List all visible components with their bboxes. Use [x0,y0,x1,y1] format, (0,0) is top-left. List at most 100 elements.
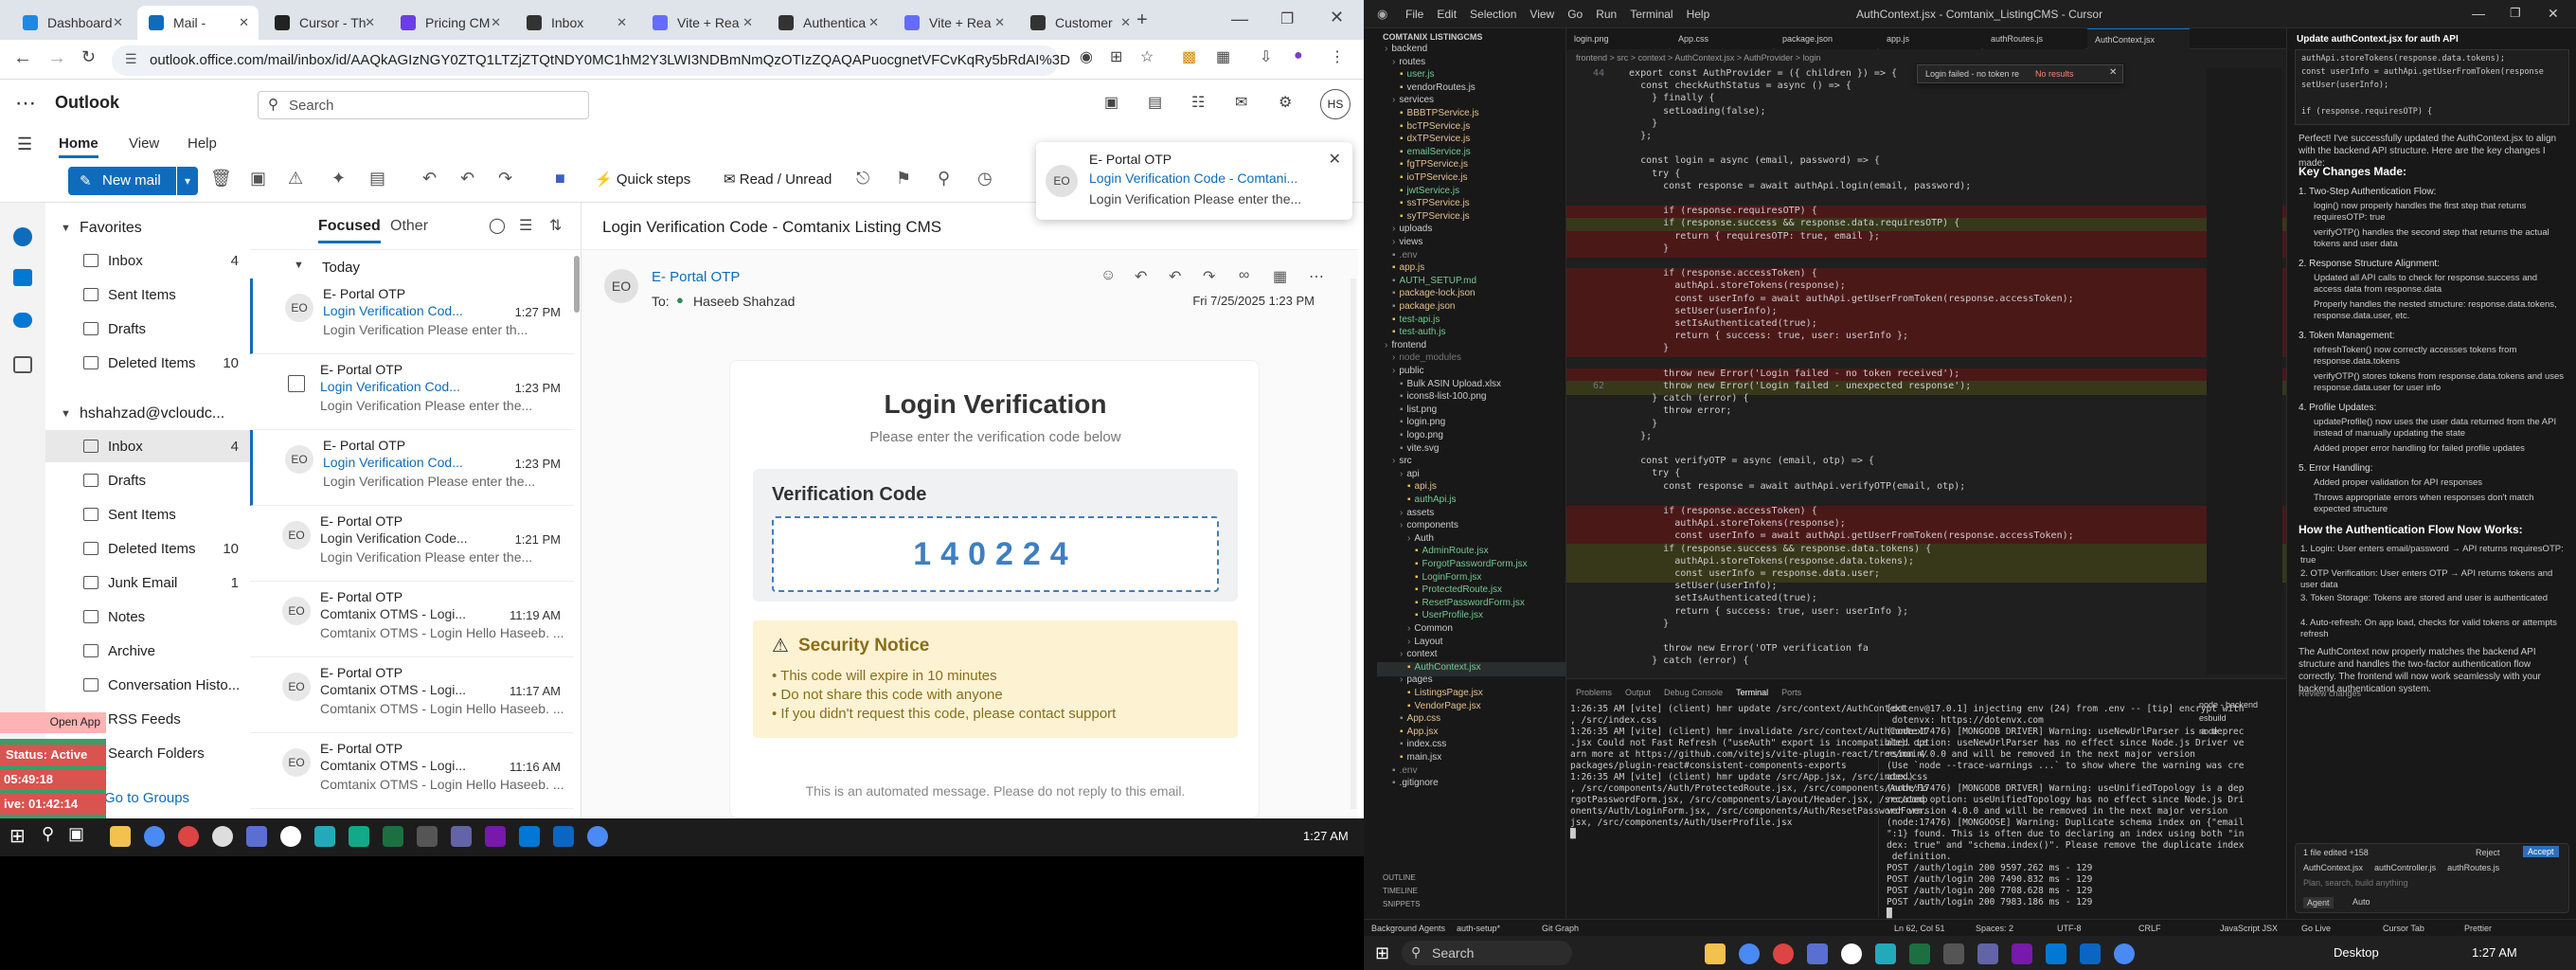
outline-section[interactable]: SNIPPETS [1383,900,1421,908]
download-icon[interactable]: ⇩ [1260,47,1272,66]
new-mail-button[interactable]: ✎ New mail [68,167,176,195]
gear-icon[interactable]: ⚙ [1279,93,1292,112]
code-line[interactable]: } catch (error) { [1566,656,2286,670]
task-view-icon[interactable]: ▣ [68,824,84,844]
chrome-icon[interactable] [587,826,608,847]
quick-steps-button[interactable]: ⚡ Quick steps [595,171,690,188]
minimap[interactable] [2207,68,2282,674]
folder-sent-items[interactable]: Sent Items [45,498,250,530]
status-item[interactable]: Cursor Tab [2383,924,2424,933]
list-item[interactable]: EO E- Portal OTP Login Verification Cod...… [250,430,574,506]
list-item[interactable]: E- Portal OTP Login Verification Cod... 1:… [250,354,574,430]
editor-tab[interactable]: package.json [1775,28,1877,49]
status-item[interactable]: Background Agents [1371,924,1445,933]
editor-tab[interactable]: authRoutes.js [1983,28,2085,49]
agent-dropdown[interactable]: Agent [2303,897,2334,908]
recipient[interactable]: Haseeb Shahzad [693,294,795,309]
tab-close-icon[interactable]: ✕ [742,15,753,30]
browser-tab[interactable]: Inbox ✕ [515,6,636,40]
explorer-file[interactable]: ▪ .gitignore [1377,778,1566,792]
onenote-icon[interactable] [2012,943,2032,964]
file-explorer-icon[interactable] [110,826,131,847]
status-item[interactable]: auth-setup* [1457,924,1500,933]
view-icon[interactable]: ▦ [1273,267,1287,286]
calendar-icon[interactable]: ☷ [1191,93,1205,112]
menu-run[interactable]: Run [1596,8,1617,21]
archive-icon[interactable]: ▣ [250,169,266,189]
menu-help[interactable]: Help [188,135,217,152]
reply-all-icon[interactable]: ↶ [1169,267,1181,286]
report-icon[interactable]: ⚠ [288,169,303,189]
reply-icon[interactable]: ↶ [422,169,437,189]
browser-tab[interactable]: Mail - ✕ [137,6,259,40]
menu-home[interactable]: Home [59,135,98,158]
browser-tab[interactable]: Vite + Rea ✕ [893,6,1014,40]
outline-section[interactable]: TIMELINE [1383,887,1418,895]
app-icon-gray[interactable] [1943,943,1964,964]
app-launcher-icon[interactable]: ⋯ [15,91,36,116]
terminal-instance[interactable]: node - backend [2199,700,2258,710]
list-item[interactable]: EO E- Portal OTP Comtanix OTMS - Logi... 11… [250,657,574,733]
people-icon[interactable] [13,227,32,246]
teams-icon[interactable]: ■ [555,169,565,189]
install-icon[interactable]: ⊞ [1110,47,1122,66]
find-input[interactable]: Login failed - no token re [1925,69,2019,79]
new-mail-toast[interactable]: EO E- Portal OTP Login Verification Code… [1036,142,1352,220]
extension-icon[interactable]: ▩ [1182,47,1196,66]
onedrive-icon[interactable] [13,313,32,328]
to-do-icon[interactable] [13,269,32,286]
pin-icon[interactable]: ⚲ [938,169,950,189]
app-icon-blue[interactable] [246,826,267,847]
folder-drafts[interactable]: Drafts [45,464,250,496]
terminal-instance[interactable]: esbuild [2199,713,2227,723]
file-explorer-icon[interactable] [1705,943,1726,964]
new-tab-button[interactable]: + [1136,9,1148,31]
folder-inbox[interactable]: Inbox 4 [45,430,250,462]
edited-file[interactable]: AuthContext.jsx [2303,863,2363,872]
chrome-icon[interactable] [1739,943,1760,964]
edited-file[interactable]: authController.js [2374,863,2436,872]
status-item[interactable]: Prettier [2464,924,2492,933]
url-field[interactable]: ☰ outlook.office.com/mail/inbox/id/AAQkA… [112,45,1070,76]
editor-tab[interactable]: login.png [1566,28,1669,49]
panel-tab[interactable]: Ports [1781,688,1801,697]
favorites-header[interactable]: ▼ Favorites [45,212,250,244]
model-dropdown[interactable]: Auto [2352,897,2370,907]
sender-name[interactable]: E- Portal OTP [652,269,740,285]
reply-icon[interactable]: ↶ [1135,267,1147,286]
back-icon[interactable]: ← [13,47,32,69]
select-icon[interactable]: ◯ [489,216,506,235]
status-item[interactable]: Ln 62, Col 51 [1894,924,1945,933]
app-icon-red[interactable] [1773,943,1794,964]
menu-file[interactable]: File [1405,8,1423,21]
forward-mail-icon[interactable]: ↷ [498,169,512,189]
tab-focused[interactable]: Focused [318,218,381,243]
tag-icon[interactable]: ⎋ [856,169,869,189]
list-item[interactable]: EO E- Portal OTP Login Verification Cod...… [250,278,574,354]
snooze-icon[interactable]: ◷ [977,169,993,189]
maximize-icon[interactable]: ❐ [2510,6,2521,21]
tab-close-icon[interactable]: ✕ [617,15,627,30]
menu-go[interactable]: Go [1567,8,1583,21]
tab-close-icon[interactable]: ✕ [491,15,501,30]
menu-icon[interactable]: ⋮ [1330,47,1345,66]
menu-selection[interactable]: Selection [1470,8,1516,21]
link-icon[interactable]: ∞ [1239,267,1249,284]
excel-icon[interactable] [383,826,403,847]
folder-deleted-items[interactable]: Deleted Items 10 [45,347,250,379]
move-icon[interactable]: ▤ [369,169,385,189]
teams-icon[interactable] [1977,943,1998,964]
new-mail-dropdown[interactable]: ▾ [177,167,198,195]
list-item[interactable]: EO E- Portal OTP Comtanix OTMS - Logi... 11… [250,582,574,657]
delete-icon[interactable]: 🗑 [210,169,232,189]
open-app-button[interactable]: Open App [0,712,106,733]
reject-button[interactable]: Reject [2476,848,2500,857]
reply-all-icon[interactable]: ↶ [460,169,474,189]
editor-tab[interactable]: AuthContext.jsx [2087,28,2190,49]
checkbox[interactable] [288,375,305,392]
profile-icon[interactable]: ● [1294,47,1303,64]
menu-view[interactable]: View [129,135,159,152]
star-icon[interactable]: ☆ [1140,47,1154,66]
toast-close-icon[interactable]: ✕ [1329,150,1341,169]
folder-junk-email[interactable]: Junk Email 1 [45,566,250,599]
